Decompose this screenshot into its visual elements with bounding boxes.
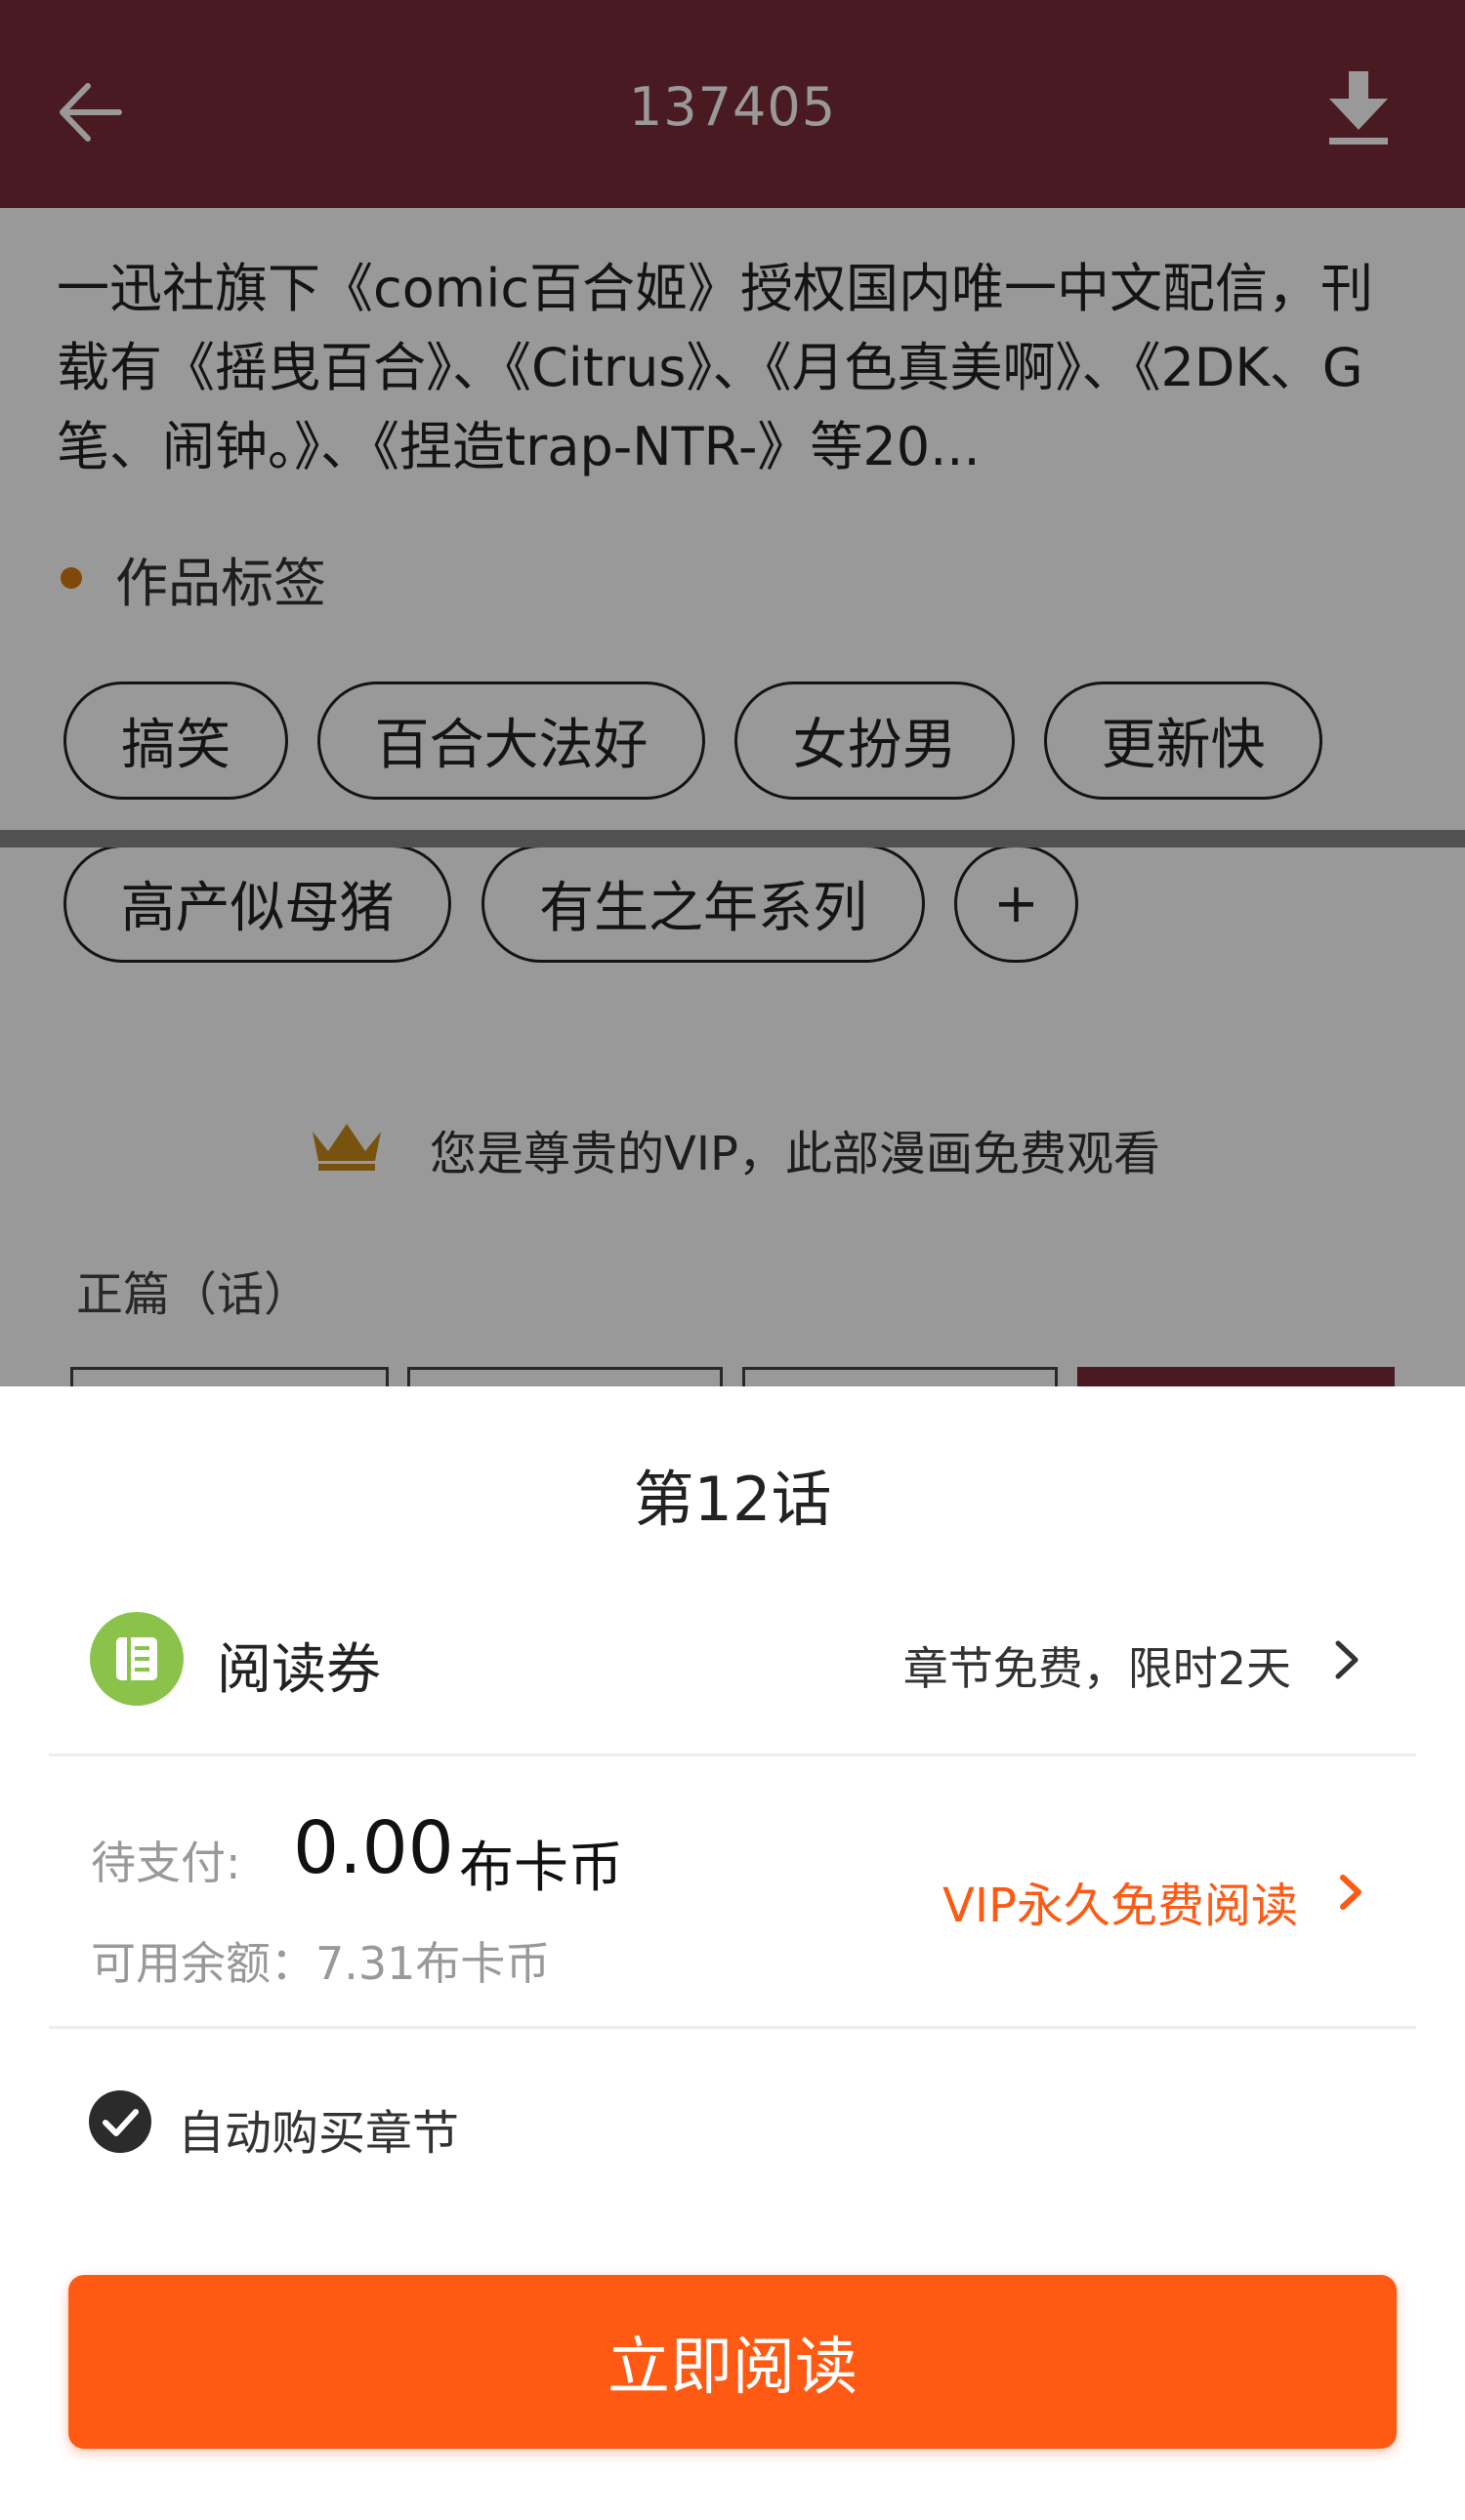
available-balance: 可用余额：7.31布卡币: [91, 1937, 551, 1990]
checkmark-icon[interactable]: [88, 2089, 152, 2154]
pay-unit: 布卡币: [459, 1837, 623, 1900]
chapter-title: 第12话: [633, 1464, 832, 1535]
vip-free-read-link[interactable]: VIP永久免费阅读: [942, 1867, 1298, 1935]
auto-buy-label[interactable]: 自动购买章节: [178, 2094, 459, 2163]
read-now-button[interactable]: 立即阅读: [68, 2275, 1397, 2449]
coupon-icon: [90, 1612, 184, 1706]
divider: [49, 2026, 1416, 2029]
divider: [49, 1754, 1416, 1756]
purchase-bottom-sheet: 第12话 阅读券 章节免费，限时2天 待支付: 0.00 布卡币 可用余额：7.…: [0, 1386, 1465, 2520]
chevron-right-icon[interactable]: [1336, 1870, 1365, 1915]
pay-amount: 0.00: [293, 1806, 454, 1890]
chevron-right-icon[interactable]: [1330, 1635, 1363, 1684]
modal-dim-overlay[interactable]: [0, 0, 1465, 1386]
coupon-label: 阅读券: [217, 1638, 381, 1702]
coupon-info[interactable]: 章节免费，限时2天: [903, 1633, 1291, 1698]
pay-label: 待支付:: [91, 1837, 241, 1889]
